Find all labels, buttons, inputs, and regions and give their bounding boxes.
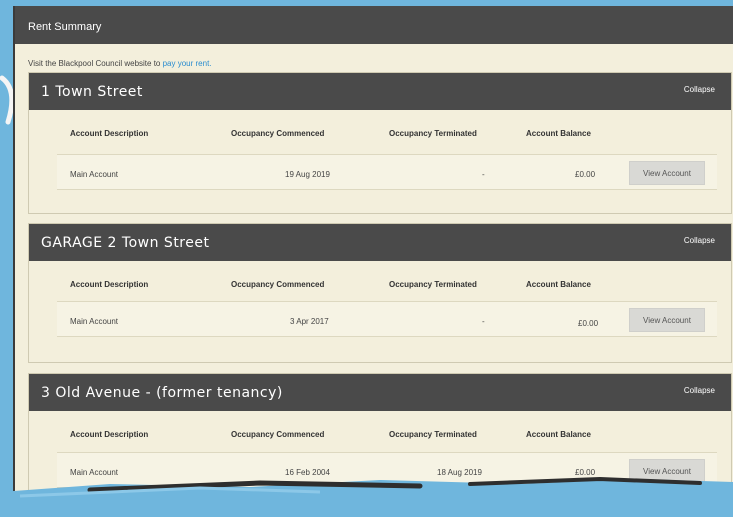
col-account-description: Account Description <box>70 430 149 439</box>
tenancy-card-header: 3 Old Avenue - (former tenancy) Collapse <box>29 374 731 411</box>
tenancy-title: 1 Town Street <box>41 84 143 100</box>
intro-text: Visit the Blackpool Council website to p… <box>15 44 733 72</box>
view-account-button[interactable]: View Account <box>629 308 705 332</box>
account-row: Main Account 3 Apr 2017 - £0.00 View Acc… <box>57 301 717 337</box>
tenancy-card: GARAGE 2 Town Street Collapse Account De… <box>28 223 732 363</box>
col-account-description: Account Description <box>70 129 149 138</box>
tenancy-card-header: 1 Town Street Collapse <box>29 73 731 110</box>
pay-rent-link[interactable]: pay your rent. <box>163 59 212 68</box>
col-occupancy-terminated: Occupancy Terminated <box>389 430 477 439</box>
column-headers: Account Description Occupancy Commenced … <box>29 110 731 148</box>
tenancy-card: 1 Town Street Collapse Account Descripti… <box>28 72 732 214</box>
column-headers: Account Description Occupancy Commenced … <box>29 261 731 299</box>
rent-summary-panel: Rent Summary Visit the Blackpool Council… <box>13 6 733 517</box>
account-row: Main Account 19 Aug 2019 - £0.00 View Ac… <box>57 154 717 190</box>
occupancy-terminated: - <box>482 317 485 326</box>
occupancy-terminated: - <box>482 170 485 179</box>
col-account-balance: Account Balance <box>526 129 591 138</box>
intro-label: Visit the Blackpool Council website to <box>28 59 161 68</box>
col-occupancy-commenced: Occupancy Commenced <box>231 280 325 289</box>
panel-title: Rent Summary <box>28 21 102 33</box>
tenancy-card-header: GARAGE 2 Town Street Collapse <box>29 224 731 261</box>
col-occupancy-terminated: Occupancy Terminated <box>389 129 477 138</box>
col-occupancy-commenced: Occupancy Commenced <box>231 430 325 439</box>
collapse-button[interactable]: Collapse <box>684 236 715 245</box>
col-occupancy-commenced: Occupancy Commenced <box>231 129 325 138</box>
col-account-balance: Account Balance <box>526 430 591 439</box>
col-account-balance: Account Balance <box>526 280 591 289</box>
account-balance: £0.00 <box>575 170 596 179</box>
account-description: Main Account <box>70 317 119 326</box>
col-occupancy-terminated: Occupancy Terminated <box>389 280 477 289</box>
tenancy-title: 3 Old Avenue - (former tenancy) <box>41 385 283 401</box>
column-headers: Account Description Occupancy Commenced … <box>29 411 731 449</box>
decorative-brush-strokes <box>0 476 733 517</box>
occupancy-commenced: 19 Aug 2019 <box>285 170 330 179</box>
view-account-button[interactable]: View Account <box>629 161 705 185</box>
account-description: Main Account <box>70 170 119 179</box>
collapse-button[interactable]: Collapse <box>684 85 715 94</box>
occupancy-commenced: 3 Apr 2017 <box>290 317 329 326</box>
col-account-description: Account Description <box>70 280 149 289</box>
panel-header: Rent Summary <box>15 6 733 44</box>
account-balance: £0.00 <box>578 319 599 328</box>
tenancy-title: GARAGE 2 Town Street <box>41 235 210 251</box>
collapse-button[interactable]: Collapse <box>684 386 715 395</box>
